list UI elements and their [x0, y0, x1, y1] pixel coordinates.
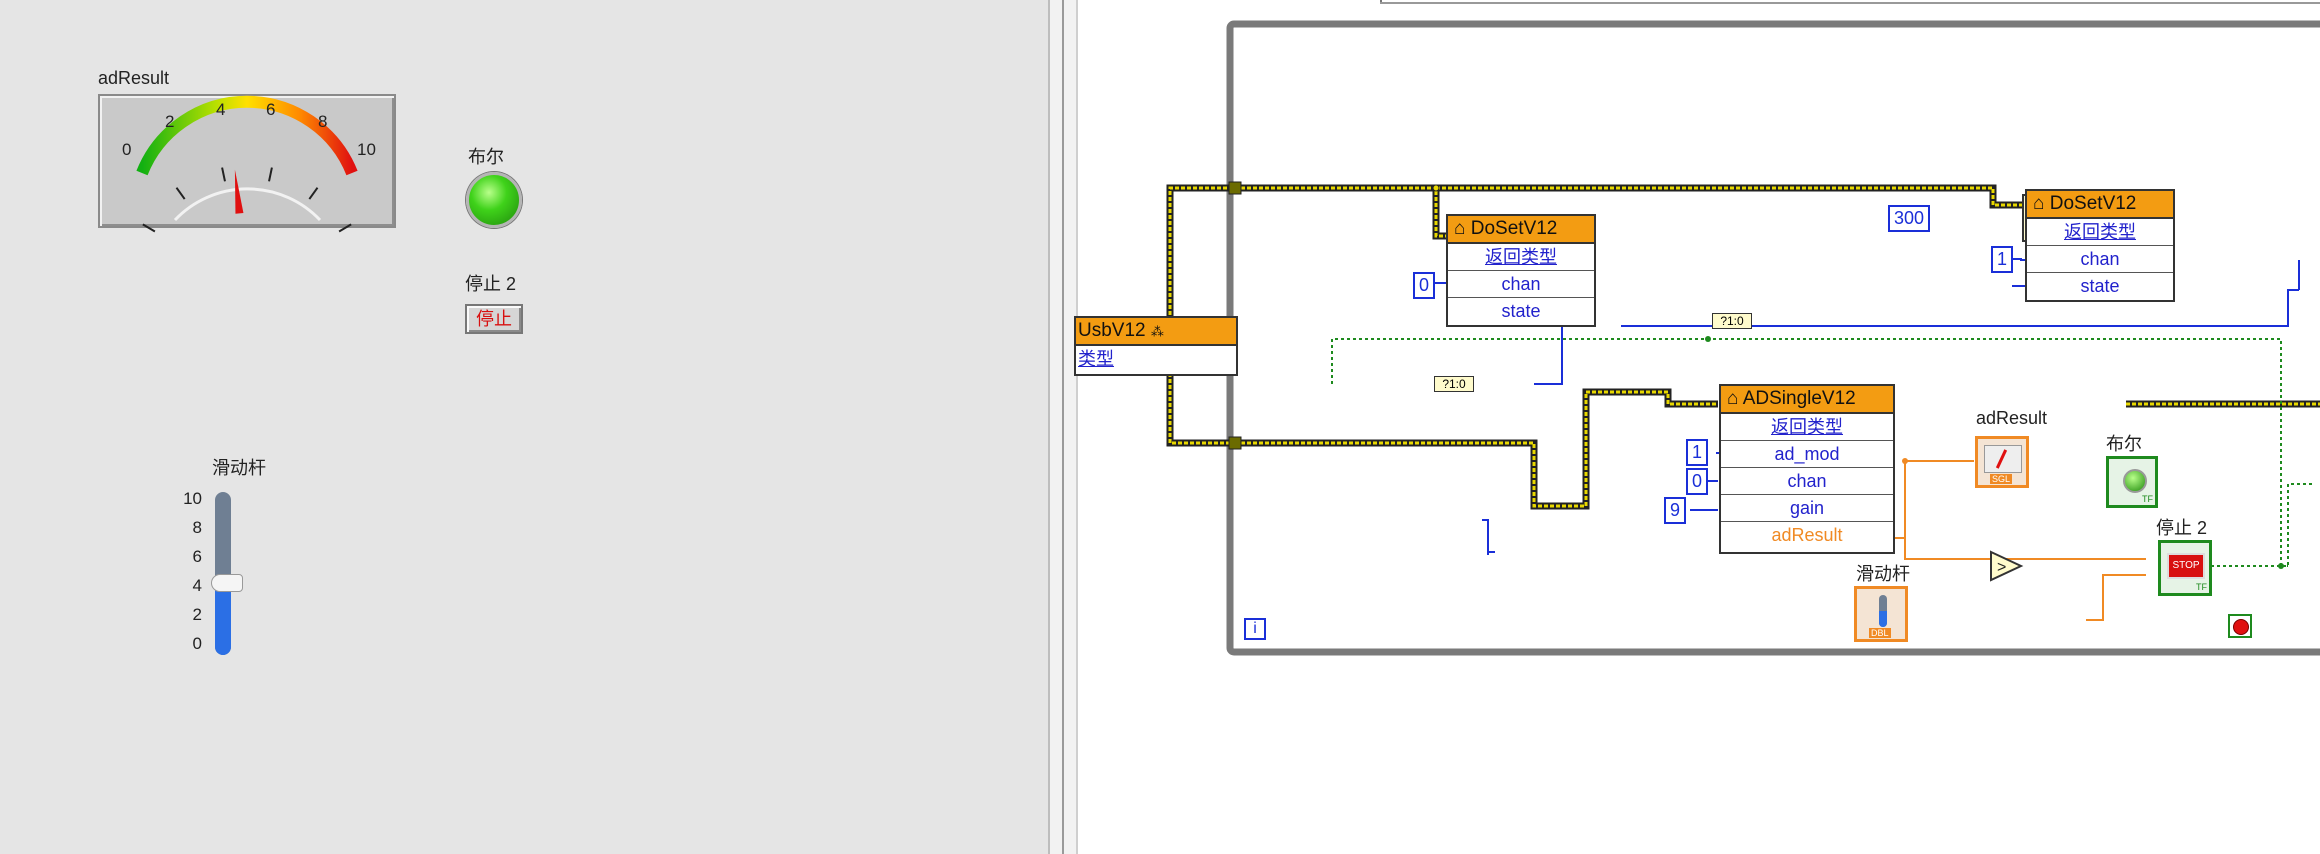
- gauge-tick-mark: [268, 167, 273, 182]
- usb-node-title: UsbV12: [1078, 320, 1146, 341]
- node-icon: ⌂: [1454, 218, 1466, 239]
- doset-b-chan-const[interactable]: 1: [1991, 246, 2013, 273]
- svg-text:>: >: [1997, 559, 2006, 576]
- stop-button[interactable]: 停止: [465, 304, 523, 334]
- gauge-dial: [136, 95, 358, 233]
- gain-const[interactable]: 9: [1664, 497, 1686, 524]
- gauge-tick-6: 6: [266, 100, 276, 119]
- doset-b-state: state: [2080, 276, 2120, 296]
- slider-tick-2: 2: [192, 605, 202, 624]
- stop-terminal[interactable]: STOP TF: [2158, 540, 2212, 596]
- bool-terminal[interactable]: TF: [2106, 456, 2158, 508]
- doset-a-title: DoSetV12: [1470, 218, 1558, 239]
- doset-b-return: 返回类型: [2027, 219, 2173, 246]
- bool-tf-tag: TF: [2142, 494, 2153, 504]
- front-panel: adResult 0 2 4 6 8 10 布尔 停止 2 停止 滑动杆 10 …: [0, 0, 1048, 854]
- tunnel-top-left: [1228, 181, 1242, 195]
- node-icon: ⌂: [2033, 193, 2045, 214]
- wait-ms-const[interactable]: 300: [1888, 205, 1930, 232]
- slider-tick-8: 8: [192, 518, 202, 537]
- adsingle-chan: chan: [1721, 468, 1893, 495]
- gauge-tick-mark: [142, 223, 156, 233]
- stop-icon: STOP: [2167, 553, 2205, 579]
- select-node-b[interactable]: ?1:0: [1712, 313, 1752, 329]
- doset-a-state: state: [1501, 301, 1541, 321]
- gauge-tick-0: 0: [122, 140, 132, 159]
- led-label: 布尔: [468, 147, 504, 167]
- usb-node-partial[interactable]: UsbV12 ⁂ 类型: [1074, 316, 1238, 376]
- slider-terminal[interactable]: DBL: [1854, 586, 1908, 642]
- doset-b-chan: chan: [2027, 246, 2173, 273]
- slider-tick-10: 10: [183, 489, 202, 508]
- gauge-tick-4: 4: [216, 100, 226, 119]
- slider-label: 滑动杆: [212, 458, 266, 478]
- loop-condition-terminal[interactable]: [2228, 614, 2252, 638]
- adsingle-admod: ad_mod: [1721, 441, 1893, 468]
- doset-a-return: 返回类型: [1448, 244, 1594, 271]
- adsingle-result: adResult: [1771, 525, 1843, 545]
- gauge-tick-8: 8: [318, 112, 328, 131]
- adsingle-title: ADSingleV12: [1742, 388, 1856, 409]
- wire-layer: >: [1166, 20, 2320, 656]
- stop-tf-tag: TF: [2196, 582, 2207, 592]
- doset-b-title: DoSetV12: [2049, 193, 2137, 214]
- adsingle-gain: gain: [1721, 495, 1893, 522]
- divider-line: [1062, 0, 1064, 854]
- dbl-tag: DBL: [1869, 628, 1891, 638]
- bool-terminal-label: 布尔: [2106, 434, 2142, 454]
- slider-tick-0: 0: [192, 634, 202, 653]
- gauge-scale: [142, 167, 352, 233]
- gauge-tick-mark: [338, 223, 352, 233]
- adsingle-node[interactable]: ⌂ ADSingleV12 返回类型 ad_mod chan gain adRe…: [1719, 384, 1895, 554]
- slider-tick-4: 4: [192, 576, 202, 595]
- gauge-tick-mark: [221, 167, 226, 182]
- boolean-led[interactable]: [466, 172, 522, 228]
- slider-fill: [215, 580, 231, 655]
- adresult-terminal-label: adResult: [1976, 408, 2048, 428]
- gauge-needle: [234, 169, 244, 214]
- select-node-a[interactable]: ?1:0: [1434, 376, 1474, 392]
- doset-node-a[interactable]: ⌂ DoSetV12 返回类型 chan state: [1446, 214, 1596, 327]
- slider-terminal-label: 滑动杆: [1856, 564, 1910, 584]
- node-icon: ⌂: [1727, 388, 1739, 409]
- usb-node-mark: ⁂: [1150, 324, 1164, 339]
- gauge-tick-2: 2: [165, 112, 175, 131]
- gauge-tick-mark: [308, 187, 319, 200]
- loop-iteration-terminal[interactable]: i: [1244, 618, 1266, 640]
- gauge-tick-mark: [175, 187, 186, 200]
- stop-terminal-label: 停止 2: [2156, 518, 2208, 538]
- gauge-tick-10: 10: [357, 140, 376, 159]
- slider-tick-6: 6: [192, 547, 202, 566]
- slider-thumb[interactable]: [211, 573, 243, 592]
- ad-chan-const[interactable]: 0: [1686, 468, 1708, 495]
- doset-a-chan-const[interactable]: 0: [1413, 272, 1435, 299]
- sgl-tag: SGL: [1990, 474, 2013, 484]
- doset-a-chan: chan: [1448, 271, 1594, 298]
- usb-node-row: 类型: [1078, 349, 1114, 369]
- tunnel-bottom-left: [1228, 436, 1242, 450]
- ad-mod-const[interactable]: 1: [1686, 439, 1708, 466]
- doset-node-b[interactable]: ⌂ DoSetV12 返回类型 chan state: [2025, 189, 2175, 302]
- stop-label: 停止 2: [465, 274, 517, 294]
- block-diagram: > UsbV12 ⁂ 类型 ⌂ DoSetV12 返回类型 chan state…: [1074, 0, 2320, 854]
- adresult-terminal[interactable]: SGL: [1975, 436, 2029, 488]
- adsingle-return: 返回类型: [1721, 414, 1893, 441]
